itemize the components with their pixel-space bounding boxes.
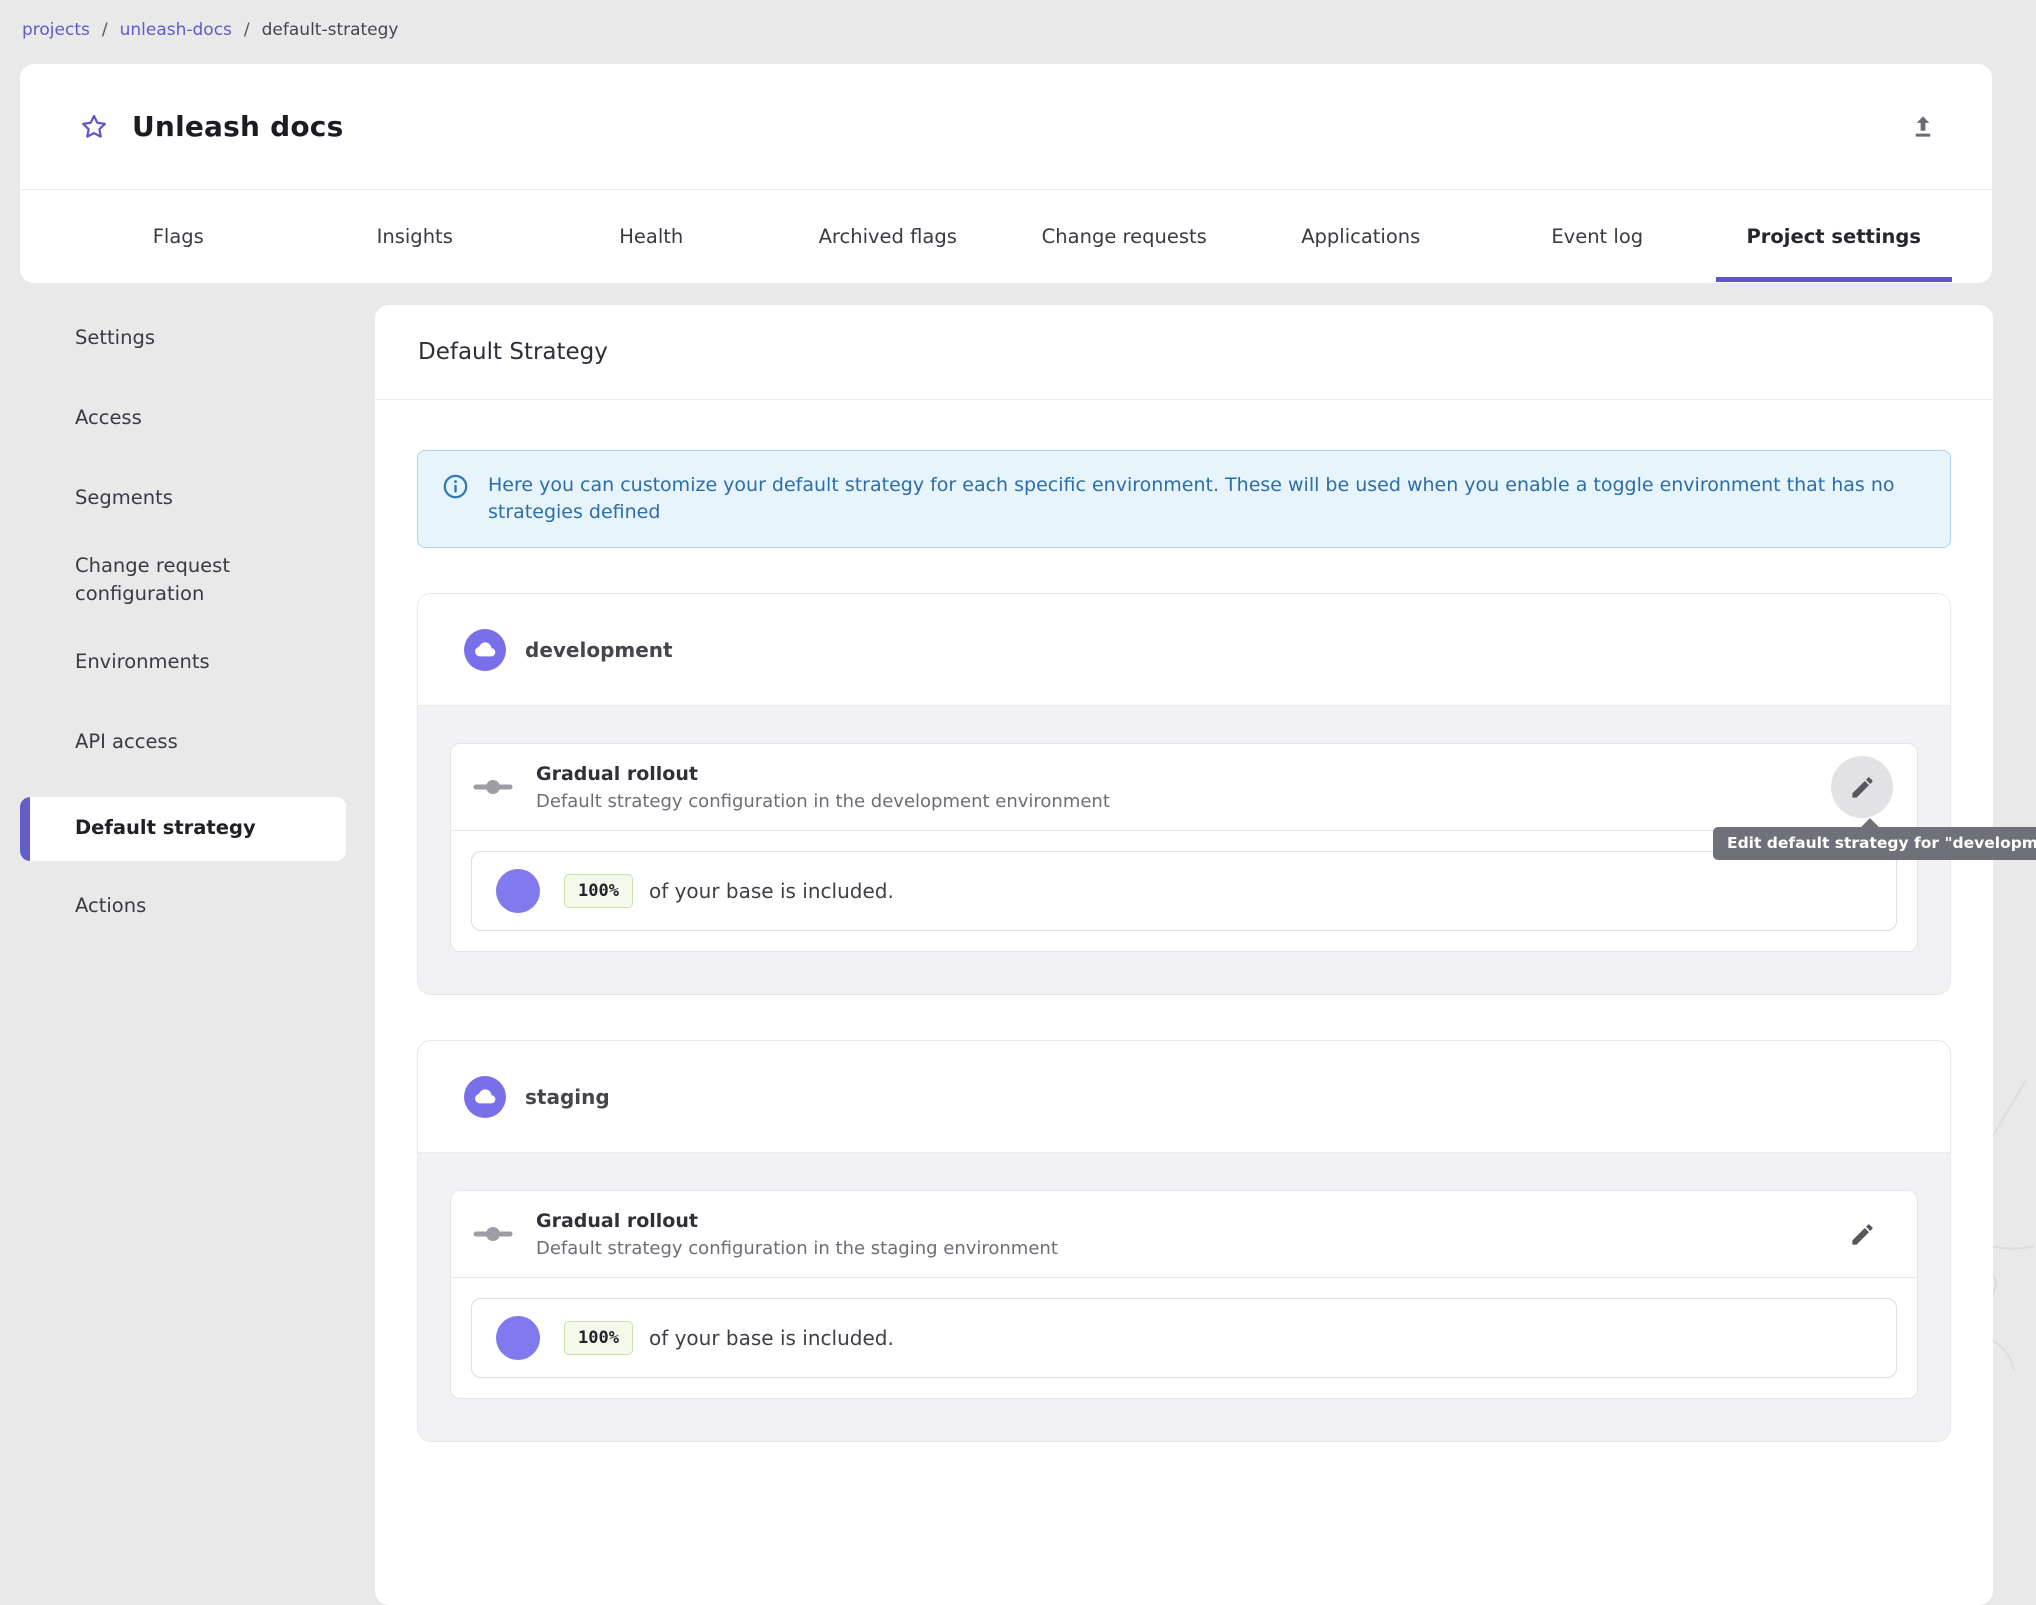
gradual-rollout-icon [473,774,513,800]
sidebar-item-segments[interactable]: Segments [20,472,346,524]
default-strategy-item: Gradual rollout Default strategy configu… [450,1190,1918,1399]
panel-title: Default Strategy [375,305,1993,400]
project-tabs: Flags Insights Health Archived flags Cha… [20,190,1992,282]
edit-strategy-button-development[interactable] [1831,756,1893,818]
sidebar-item-api-access[interactable]: API access [20,717,346,769]
tab-flags[interactable]: Flags [60,190,297,282]
cloud-environment-icon [464,1075,506,1118]
rollout-percent-badge: 100% [564,1321,633,1355]
strategy-titles: Gradual rollout Default strategy configu… [536,1210,1058,1259]
gradual-rollout-icon [473,1221,513,1247]
sidebar-item-settings[interactable]: Settings [20,312,346,364]
tab-archived-flags[interactable]: Archived flags [770,190,1007,282]
breadcrumb-separator: / [243,20,250,40]
cloud-environment-icon [464,628,506,671]
info-icon [443,474,468,499]
breadcrumb-current-page: default-strategy [261,20,399,40]
environment-name: development [525,637,673,662]
rollout-summary-box: 100% of your base is included. [471,1298,1897,1378]
edit-strategy-tooltip: Edit default strategy for "development" [1713,818,2036,860]
upload-icon [1915,115,1931,137]
favorite-star-button[interactable] [77,110,111,144]
export-upload-button[interactable] [1902,106,1944,148]
environment-header: staging [418,1041,1950,1153]
tab-health[interactable]: Health [533,190,770,282]
edit-strategy-button-staging[interactable] [1831,1203,1893,1265]
environment-card-staging: staging Gradual rollout Default strategy… [417,1040,1951,1442]
project-header-card: Unleash docs Flags Insights Health Archi… [20,64,1992,283]
rollout-description-text: of your base is included. [648,1326,894,1350]
rollout-percent-badge: 100% [564,874,633,908]
rollout-donut-100 [496,1316,540,1360]
sidebar-item-actions[interactable]: Actions [20,881,346,933]
strategy-description: Default strategy configuration in the st… [536,1237,1058,1259]
tab-project-settings[interactable]: Project settings [1715,190,1953,282]
tooltip-text: Edit default strategy for "development" [1727,834,2036,852]
page-title: Unleash docs [132,110,344,143]
sidebar-item-access[interactable]: Access [20,392,346,444]
tab-insights[interactable]: Insights [297,190,534,282]
tab-applications[interactable]: Applications [1243,190,1480,282]
breadcrumb-project-id[interactable]: unleash-docs [120,20,232,40]
strategy-title: Gradual rollout [536,762,698,785]
environment-header: development [418,594,1950,706]
rollout-summary-box: 100% of your base is included. [471,851,1897,931]
rollout-description-text: of your base is included. [648,879,894,903]
strategy-title: Gradual rollout [536,1209,698,1232]
breadcrumb-separator: / [101,20,108,40]
strategy-content: 100% of your base is included. [451,1277,1917,1398]
strategy-titles: Gradual rollout Default strategy configu… [536,763,1110,812]
rollout-donut-100 [496,869,540,913]
tab-change-requests[interactable]: Change requests [1006,190,1243,282]
default-strategy-item: Gradual rollout Default strategy configu… [450,743,1918,952]
environment-body: Gradual rollout Default strategy configu… [418,1153,1950,1441]
strategy-content: 100% of your base is included. [451,830,1917,951]
sidebar-item-environments[interactable]: Environments [20,637,346,689]
settings-sidebar: Settings Access Segments Change request … [20,312,346,961]
sidebar-item-default-strategy[interactable]: Default strategy [20,796,346,861]
pencil-icon [1851,1223,1873,1245]
sidebar-item-change-request-configuration[interactable]: Change request configuration [20,552,346,609]
default-strategy-panel: Default Strategy Here you can customize … [375,305,1993,1605]
strategy-header: Gradual rollout Default strategy configu… [451,1191,1917,1277]
strategy-description: Default strategy configuration in the de… [536,790,1110,812]
project-title-row: Unleash docs [20,64,1992,190]
strategy-header: Gradual rollout Default strategy configu… [451,744,1917,830]
star-outline-icon [82,114,106,138]
pencil-icon [1851,776,1873,798]
tab-event-log[interactable]: Event log [1479,190,1716,282]
breadcrumb: projects / unleash-docs / default-strate… [22,20,399,40]
breadcrumb-projects[interactable]: projects [22,20,90,40]
environment-name: staging [525,1084,610,1109]
info-alert: Here you can customize your default stra… [417,450,1951,548]
info-alert-text: Here you can customize your default stra… [488,474,1895,523]
environment-card-development: development Gradual rollout Default stra… [417,593,1951,995]
